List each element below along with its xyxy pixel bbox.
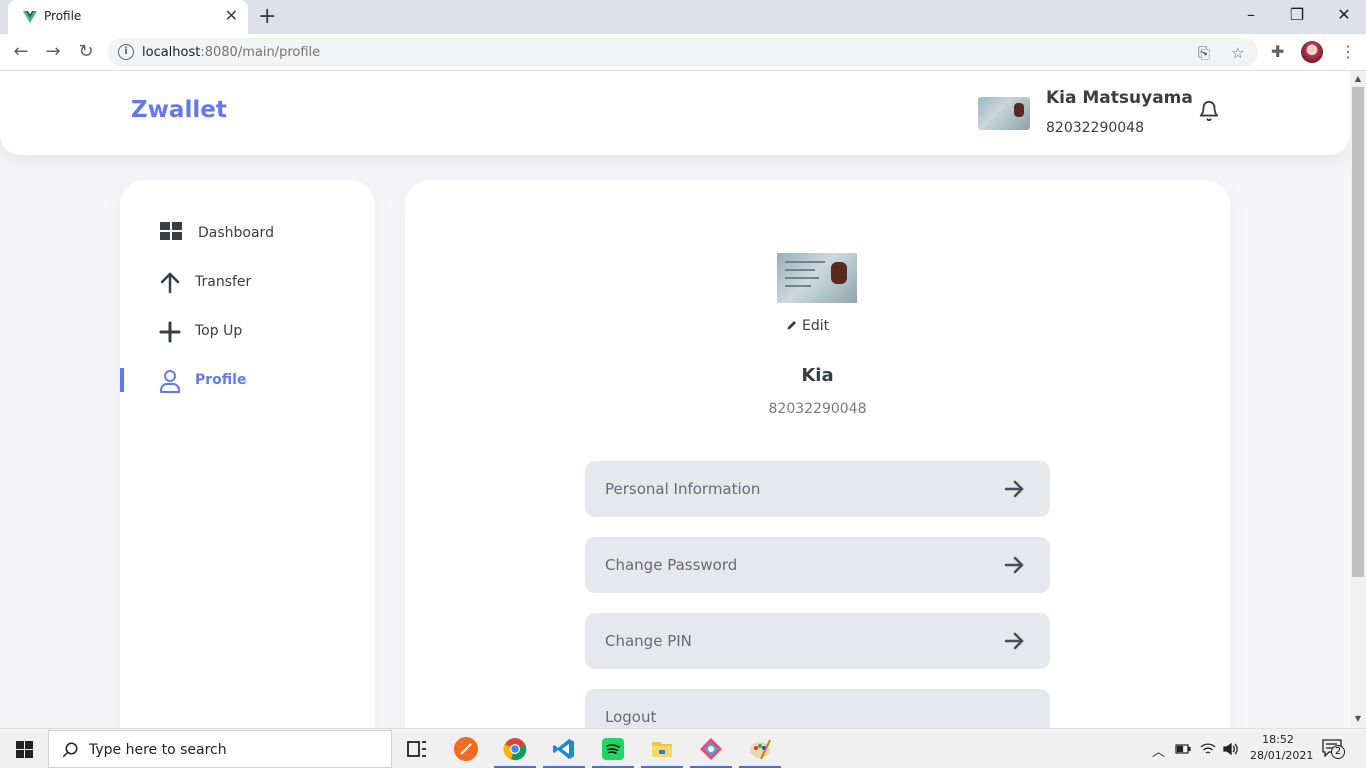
reload-icon[interactable]: ↻ (74, 41, 98, 62)
sidebar-item-topup[interactable]: Top Up (120, 318, 375, 348)
pencil-icon (787, 321, 796, 330)
dashboard-icon (160, 222, 182, 240)
arrow-right-icon (1004, 480, 1024, 498)
new-tab-icon[interactable]: + (258, 4, 276, 29)
translate-icon[interactable]: ⎘ (1198, 44, 1210, 62)
profile-panel: Edit Kia 82032290048 Personal Informatio… (405, 180, 1230, 728)
bookmark-star-icon[interactable]: ☆ (1231, 44, 1244, 62)
browser-tab[interactable]: Profile ✕ (8, 0, 248, 34)
volume-icon[interactable] (1222, 742, 1240, 756)
plus-icon (159, 321, 181, 343)
menu-label: Change PIN (605, 632, 692, 650)
taskbar-search-placeholder: Type here to search (89, 742, 227, 758)
gitkraken-icon[interactable] (699, 737, 723, 761)
sidebar-item-dashboard[interactable]: Dashboard (120, 220, 375, 250)
brand-logo[interactable]: Zwallet (131, 97, 227, 123)
sidebar-item-transfer[interactable]: Transfer (120, 269, 375, 299)
site-info-icon[interactable]: i (118, 44, 134, 60)
clock-date: 28/01/2021 (1250, 749, 1314, 762)
header-avatar[interactable] (978, 97, 1030, 130)
arrow-right-icon (1004, 556, 1024, 574)
scroll-up-icon[interactable]: ▲ (1350, 74, 1366, 83)
profile-phone: 82032290048 (768, 401, 867, 417)
profile-photo (777, 253, 857, 303)
taskbar-search[interactable]: Type here to search (48, 730, 392, 768)
clock-time: 18:52 (1262, 733, 1294, 746)
sidebar-item-label: Dashboard (198, 225, 274, 241)
minimize-icon[interactable]: – (1236, 5, 1266, 24)
windows-start-icon[interactable] (16, 741, 33, 758)
sidebar-item-label: Profile (195, 372, 247, 388)
extensions-icon[interactable]: ✚ (1271, 42, 1284, 61)
browser-tab-bar: Profile ✕ + – ❐ ✕ (0, 0, 1366, 34)
browser-menu-icon[interactable]: ⋮ (1340, 42, 1356, 61)
spotify-icon[interactable] (601, 737, 625, 761)
task-view-icon[interactable] (405, 737, 429, 761)
bell-icon[interactable] (1198, 99, 1220, 123)
paw-app-icon[interactable] (454, 737, 478, 761)
address-url[interactable]: localhost:8080/main/profile (142, 45, 320, 60)
app-header: Zwallet Kia Matsuyama 82032290048 (0, 71, 1350, 155)
page-content: Zwallet Kia Matsuyama 82032290048 Dashbo… (0, 71, 1350, 728)
header-user-name: Kia Matsuyama (1046, 88, 1193, 108)
paint-icon[interactable] (748, 737, 772, 761)
chrome-icon[interactable] (503, 737, 527, 761)
taskbar-clock[interactable]: 18:52 28/01/2021 (1250, 732, 1314, 764)
change-pin-button[interactable]: Change PIN (585, 613, 1050, 669)
browser-profile-avatar[interactable] (1301, 41, 1323, 63)
tab-title: Profile (44, 9, 82, 23)
forward-icon[interactable]: → (41, 41, 65, 62)
file-explorer-icon[interactable] (650, 737, 674, 761)
vue-logo-icon (23, 11, 37, 23)
page-scrollbar[interactable]: ▲ ▼ (1350, 71, 1366, 728)
browser-toolbar: ← → ↻ i localhost:8080/main/profile ⎘ ☆ … (0, 34, 1366, 71)
logout-button[interactable]: Logout (585, 689, 1050, 728)
menu-label: Logout (605, 708, 657, 726)
window-close-icon[interactable]: ✕ (1329, 5, 1359, 24)
sidebar-item-label: Transfer (195, 274, 252, 290)
personal-information-button[interactable]: Personal Information (585, 461, 1050, 517)
arrow-right-icon (1004, 632, 1024, 650)
menu-label: Change Password (605, 556, 738, 574)
profile-name: Kia (801, 365, 834, 386)
restore-icon[interactable]: ❐ (1282, 5, 1312, 24)
vscode-icon[interactable] (552, 737, 576, 761)
search-icon (62, 742, 78, 758)
arrow-up-icon (160, 272, 180, 294)
user-icon (160, 370, 180, 393)
tab-close-icon[interactable]: ✕ (225, 6, 238, 25)
header-user-phone: 82032290048 (1046, 120, 1144, 136)
menu-label: Personal Information (605, 480, 761, 498)
wifi-icon[interactable] (1200, 742, 1216, 756)
change-password-button[interactable]: Change Password (585, 537, 1050, 593)
notification-center-icon[interactable]: 2 (1322, 739, 1345, 759)
show-hidden-icons-icon[interactable]: ︿ (1152, 741, 1165, 760)
sidebar-item-profile[interactable]: Profile (120, 367, 375, 397)
battery-icon[interactable] (1175, 743, 1191, 755)
scrollbar-thumb[interactable] (1352, 87, 1364, 577)
address-bar[interactable]: i localhost:8080/main/profile ⎘ ☆ (108, 38, 1258, 67)
scroll-down-icon[interactable]: ▼ (1350, 714, 1366, 723)
sidebar: Dashboard Transfer Top Up Profile (120, 180, 375, 728)
back-icon[interactable]: ← (9, 41, 33, 62)
notification-count-badge: 2 (1331, 745, 1345, 759)
active-indicator (120, 368, 124, 392)
taskbar: Type here to search ︿ 18:52 28/01/2021 2 (0, 728, 1366, 768)
edit-photo-button[interactable]: Edit (786, 318, 829, 334)
sidebar-item-label: Top Up (195, 323, 243, 339)
